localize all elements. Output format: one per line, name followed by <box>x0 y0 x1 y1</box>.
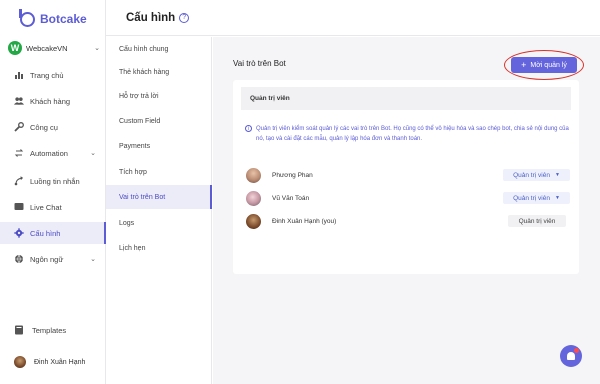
submenu-logs[interactable]: Logs <box>106 211 212 235</box>
info-note: i Quản trị viên kiểm soát quản lý các va… <box>245 124 575 144</box>
main-content: Vai trò trên Bot + Mời quản lý Quản trị … <box>213 37 600 384</box>
nav-label: Khách hàng <box>30 96 71 106</box>
nav-label: Cấu hình <box>30 228 61 238</box>
chevron-down-icon: ▼ <box>554 172 560 178</box>
submenu-reply-support[interactable]: Hỗ trợ trả lời <box>106 84 212 108</box>
notification-dot <box>574 348 579 353</box>
submenu-customer-tags[interactable]: Thẻ khách hàng <box>106 60 212 84</box>
chevron-down-icon: ⌄ <box>94 45 100 52</box>
nav-item-message-flow[interactable]: Luồng tin nhắn <box>0 170 106 192</box>
brand-name: Botcake <box>40 12 87 26</box>
bar-chart-icon <box>14 70 24 80</box>
gear-icon <box>14 228 24 238</box>
nav-label: Automation <box>30 148 68 158</box>
role-badge: Quản trị viên <box>508 215 566 227</box>
nav-label: Live Chat <box>30 202 62 212</box>
highlight-ring <box>504 50 584 80</box>
member-name: Đinh Xuân Hạnh (you) <box>272 217 337 225</box>
main-sidebar: Botcake W WebcakeVN ⌄ Trang chủ Khách hà… <box>0 0 106 384</box>
role-dropdown[interactable]: Quản trị viên ▼ <box>503 192 570 204</box>
nav-item-language[interactable]: Ngôn ngữ ⌄ <box>0 248 106 270</box>
workspace-badge: W <box>8 41 22 55</box>
chat-icon <box>14 202 24 212</box>
bell-icon <box>567 352 575 360</box>
users-icon <box>14 96 24 106</box>
submenu-payments[interactable]: Payments <box>106 134 212 158</box>
book-icon <box>14 325 24 335</box>
submenu-general[interactable]: Cấu hình chung <box>106 37 212 61</box>
member-row: Đinh Xuân Hạnh (you) Quản trị viên <box>246 213 570 229</box>
member-row: Vũ Văn Toán Quản trị viên ▼ <box>246 190 570 206</box>
nav-item-automation[interactable]: Automation ⌄ <box>0 142 106 164</box>
chevron-down-icon: ⌄ <box>90 150 96 157</box>
chevron-down-icon: ▼ <box>554 195 560 201</box>
info-text: Quản trị viên kiểm soát quản lý các vai … <box>256 126 569 142</box>
role-label: Quản trị viên <box>513 194 550 202</box>
nav-label: Ngôn ngữ <box>30 254 64 264</box>
templates-link[interactable]: Templates <box>14 325 66 335</box>
avatar <box>14 356 26 368</box>
member-name: Phương Phan <box>272 171 313 179</box>
user-profile[interactable]: Đinh Xuân Hạnh <box>14 356 85 368</box>
user-name: Đinh Xuân Hạnh <box>34 358 86 366</box>
nav-label: Công cụ <box>30 122 58 132</box>
member-row: Phương Phan Quản trị viên ▼ <box>246 167 570 183</box>
info-icon: i <box>245 125 252 132</box>
templates-label: Templates <box>32 325 67 335</box>
page-header: Cấu hình ? <box>106 0 600 36</box>
flow-icon <box>14 176 24 186</box>
botcake-logo-icon <box>19 8 35 27</box>
settings-submenu: Cấu hình chung Thẻ khách hàng Hỗ trợ trả… <box>106 37 212 384</box>
submenu-bot-roles[interactable]: Vai trò trên Bot <box>106 185 212 209</box>
section-title: Vai trò trên Bot <box>233 59 286 68</box>
nav-item-customers[interactable]: Khách hàng <box>0 90 106 112</box>
workspace-name: WebcakeVN <box>26 43 68 53</box>
admins-card: Quản trị viên i Quản trị viên kiểm soát … <box>233 80 579 274</box>
avatar <box>246 190 261 206</box>
nav-item-home[interactable]: Trang chủ <box>0 64 106 86</box>
submenu-integrations[interactable]: Tích hợp <box>106 160 212 184</box>
avatar <box>246 213 261 229</box>
submenu-custom-field[interactable]: Custom Field <box>106 109 212 133</box>
workspace-switcher[interactable]: W WebcakeVN ⌄ <box>8 40 100 56</box>
botcake-logo[interactable]: Botcake <box>19 8 87 28</box>
help-icon[interactable]: ? <box>179 12 190 23</box>
wrench-icon <box>14 122 24 132</box>
nav-item-settings[interactable]: Cấu hình <box>0 222 106 244</box>
member-name: Vũ Văn Toán <box>272 194 310 202</box>
automation-icon <box>14 148 24 158</box>
notification-button[interactable] <box>560 345 582 367</box>
chevron-down-icon: ⌄ <box>90 256 96 263</box>
avatar <box>246 167 261 183</box>
role-label: Quản trị viên <box>513 171 550 179</box>
card-header: Quản trị viên <box>241 87 571 110</box>
nav-label: Luồng tin nhắn <box>30 176 80 186</box>
globe-icon <box>14 254 24 264</box>
nav-item-tools[interactable]: Công cụ <box>0 116 106 138</box>
role-dropdown[interactable]: Quản trị viên ▼ <box>503 169 570 181</box>
nav-label: Trang chủ <box>30 70 64 80</box>
nav-item-live-chat[interactable]: Live Chat <box>0 196 106 218</box>
submenu-appointments[interactable]: Lịch hẹn <box>106 236 212 260</box>
page-title: Cấu hình <box>126 11 176 24</box>
